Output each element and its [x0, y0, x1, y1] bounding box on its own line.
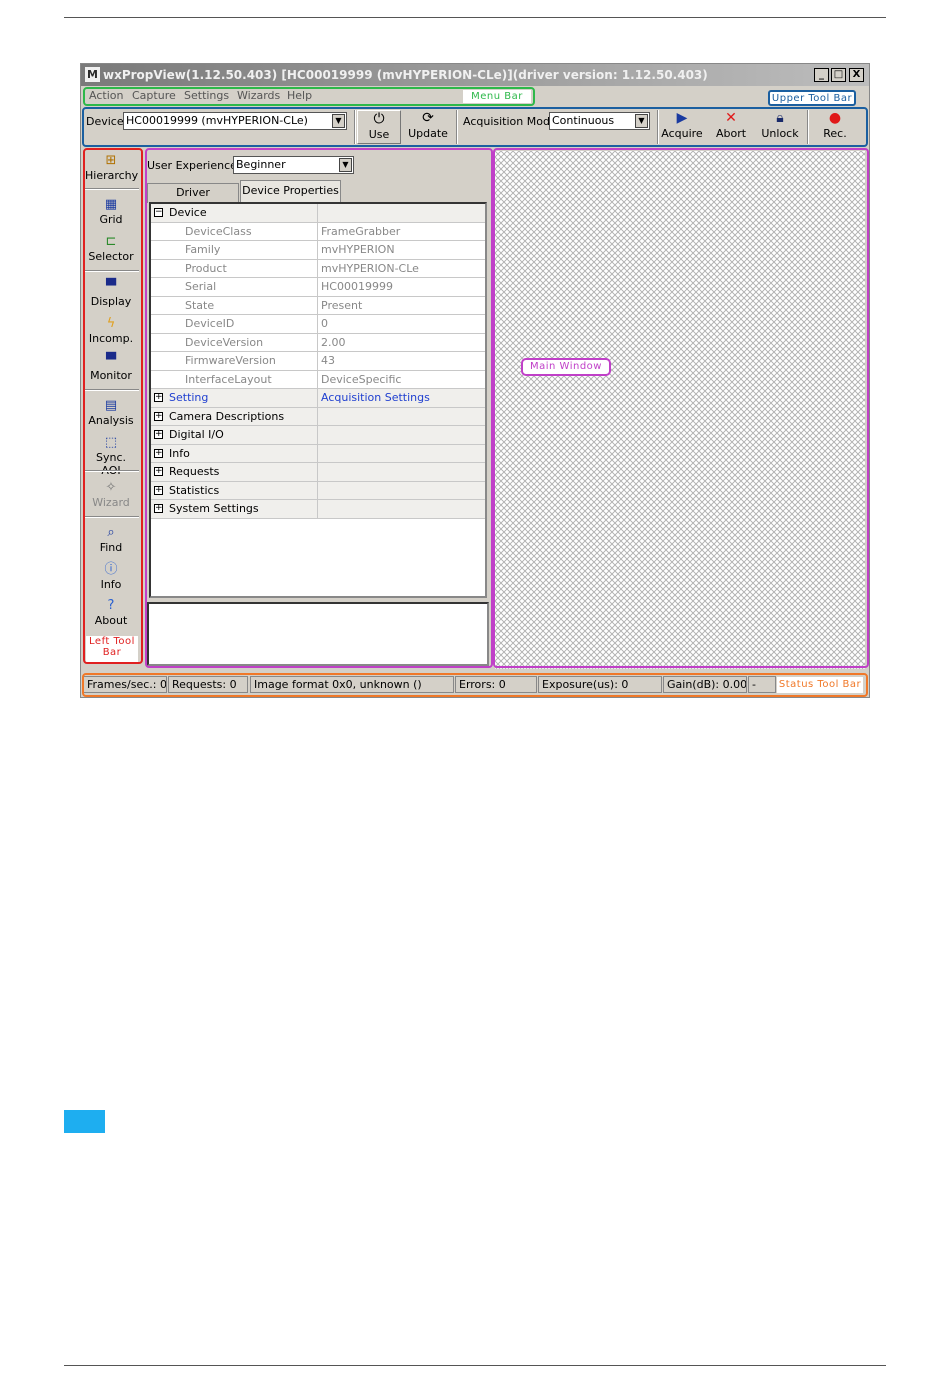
menu-bar-callout: Menu Bar — [463, 90, 531, 103]
property-panel-highlight — [145, 148, 493, 668]
close-button[interactable]: X — [849, 68, 864, 82]
left-tool-bar-highlight — [83, 148, 143, 664]
page-bottom-rule — [64, 1365, 886, 1366]
maximize-button[interactable]: □ — [831, 68, 846, 82]
window-title: wxPropView(1.12.50.403) [HC00019999 (mvH… — [103, 68, 708, 82]
status-tool-bar-highlight — [82, 673, 868, 697]
page-top-rule — [64, 17, 886, 18]
app-logo-icon: M — [85, 67, 100, 82]
upper-tool-bar-highlight — [82, 107, 868, 147]
application-screenshot: M wxPropView(1.12.50.403) [HC00019999 (m… — [80, 63, 870, 698]
upper-tool-bar-callout: Upper Tool Bar — [768, 90, 856, 106]
title-bar: M wxPropView(1.12.50.403) [HC00019999 (m… — [81, 64, 869, 86]
main-window-highlight — [493, 148, 869, 668]
minimize-button[interactable]: _ — [814, 68, 829, 82]
accent-box — [64, 1110, 105, 1133]
